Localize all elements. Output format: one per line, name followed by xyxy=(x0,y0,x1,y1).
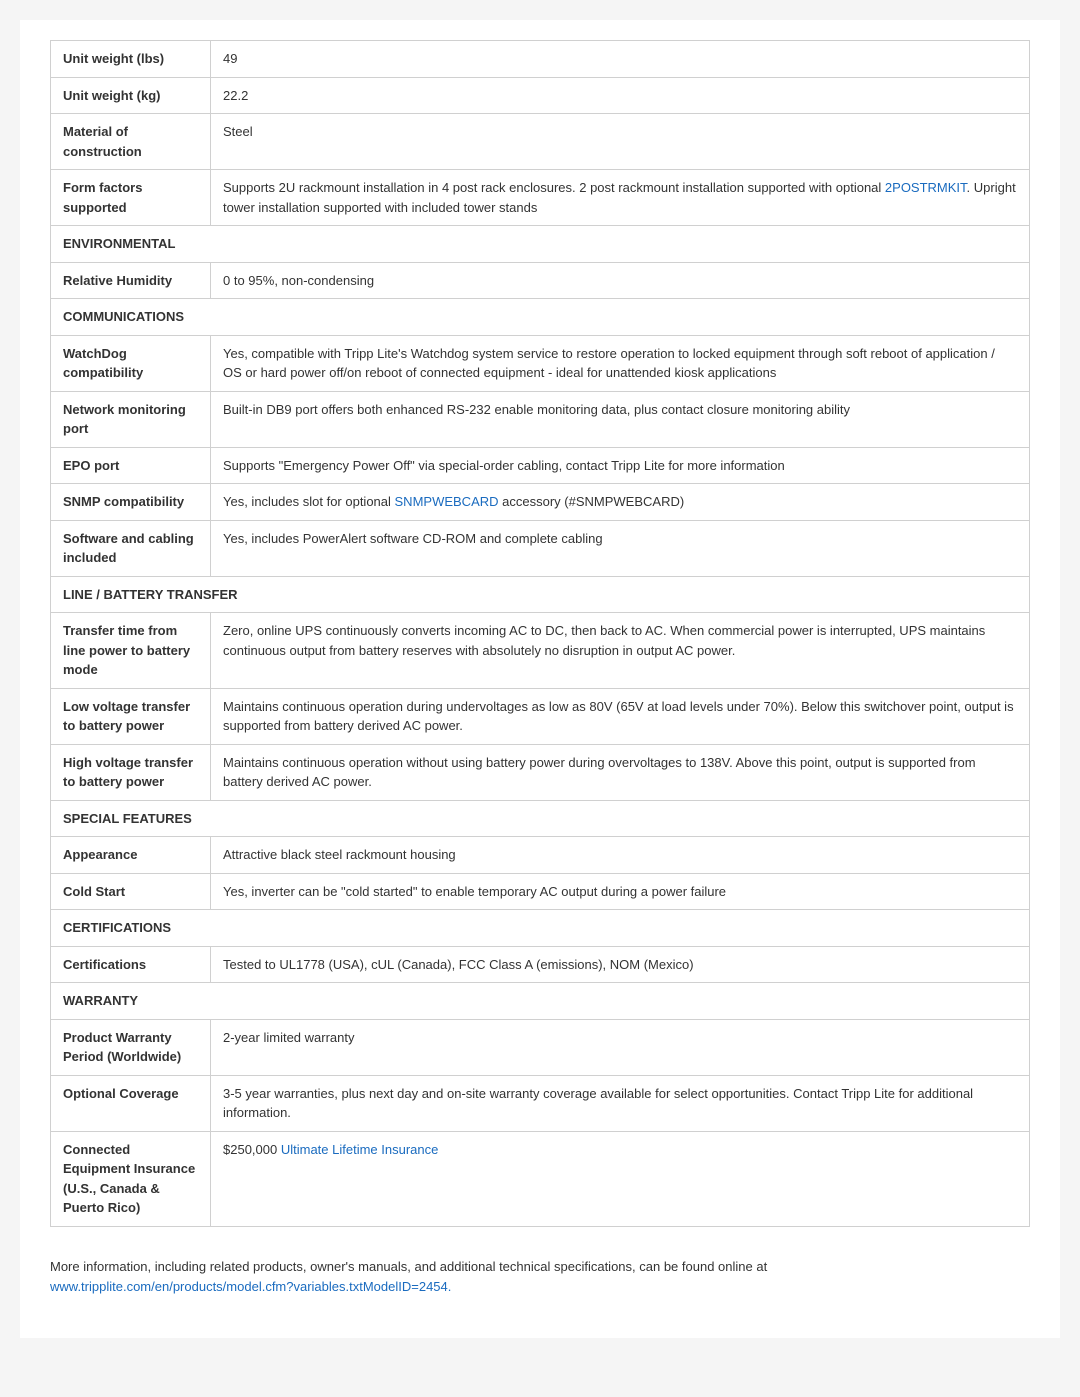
row-value: Attractive black steel rackmount housing xyxy=(211,837,1030,874)
inline-link[interactable]: SNMPWEBCARD xyxy=(395,494,499,509)
table-row: Network monitoring portBuilt-in DB9 port… xyxy=(51,391,1030,447)
table-row: ENVIRONMENTAL xyxy=(51,226,1030,263)
table-row: Software and cabling includedYes, includ… xyxy=(51,520,1030,576)
inline-link[interactable]: Ultimate Lifetime Insurance xyxy=(281,1142,439,1157)
table-row: CertificationsTested to UL1778 (USA), cU… xyxy=(51,946,1030,983)
footer-link[interactable]: www.tripplite.com/en/products/model.cfm?… xyxy=(50,1279,451,1294)
row-value: Supports "Emergency Power Off" via speci… xyxy=(211,447,1030,484)
row-value: Yes, includes slot for optional SNMPWEBC… xyxy=(211,484,1030,521)
row-label: Certifications xyxy=(51,946,211,983)
row-label: High voltage transfer to battery power xyxy=(51,744,211,800)
row-label: Low voltage transfer to battery power xyxy=(51,688,211,744)
row-label: Network monitoring port xyxy=(51,391,211,447)
section-header-label: LINE / BATTERY TRANSFER xyxy=(51,576,1030,613)
row-value: Steel xyxy=(211,114,1030,170)
row-label: Form factors supported xyxy=(51,170,211,226)
table-row: Cold StartYes, inverter can be "cold sta… xyxy=(51,873,1030,910)
row-value: Yes, compatible with Tripp Lite's Watchd… xyxy=(211,335,1030,391)
section-header-label: COMMUNICATIONS xyxy=(51,299,1030,336)
table-row: SNMP compatibilityYes, includes slot for… xyxy=(51,484,1030,521)
table-row: WatchDog compatibilityYes, compatible wi… xyxy=(51,335,1030,391)
row-label: Relative Humidity xyxy=(51,262,211,299)
table-row: High voltage transfer to battery powerMa… xyxy=(51,744,1030,800)
section-header-label: SPECIAL FEATURES xyxy=(51,800,1030,837)
row-value: 3-5 year warranties, plus next day and o… xyxy=(211,1075,1030,1131)
row-label: EPO port xyxy=(51,447,211,484)
row-value: 49 xyxy=(211,41,1030,78)
footer: More information, including related prod… xyxy=(50,1257,1030,1299)
row-value: Supports 2U rackmount installation in 4 … xyxy=(211,170,1030,226)
table-row: LINE / BATTERY TRANSFER xyxy=(51,576,1030,613)
row-label: Software and cabling included xyxy=(51,520,211,576)
table-row: Form factors supportedSupports 2U rackmo… xyxy=(51,170,1030,226)
row-value: Yes, includes PowerAlert software CD-ROM… xyxy=(211,520,1030,576)
row-label: Unit weight (kg) xyxy=(51,77,211,114)
section-header-label: WARRANTY xyxy=(51,983,1030,1020)
row-value: $250,000 Ultimate Lifetime Insurance xyxy=(211,1131,1030,1226)
table-row: Unit weight (kg)22.2 xyxy=(51,77,1030,114)
row-label: Transfer time from line power to battery… xyxy=(51,613,211,689)
row-label: Connected Equipment Insurance (U.S., Can… xyxy=(51,1131,211,1226)
row-label: SNMP compatibility xyxy=(51,484,211,521)
table-row: Connected Equipment Insurance (U.S., Can… xyxy=(51,1131,1030,1226)
row-label: Product Warranty Period (Worldwide) xyxy=(51,1019,211,1075)
table-row: Transfer time from line power to battery… xyxy=(51,613,1030,689)
footer-text: More information, including related prod… xyxy=(50,1259,767,1274)
row-value: Maintains continuous operation during un… xyxy=(211,688,1030,744)
page-container: Unit weight (lbs)49Unit weight (kg)22.2M… xyxy=(20,20,1060,1338)
table-row: Optional Coverage3-5 year warranties, pl… xyxy=(51,1075,1030,1131)
row-value: Maintains continuous operation without u… xyxy=(211,744,1030,800)
row-label: Unit weight (lbs) xyxy=(51,41,211,78)
row-label: Cold Start xyxy=(51,873,211,910)
row-label: WatchDog compatibility xyxy=(51,335,211,391)
section-header-label: CERTIFICATIONS xyxy=(51,910,1030,947)
row-label: Optional Coverage xyxy=(51,1075,211,1131)
table-row: Relative Humidity0 to 95%, non-condensin… xyxy=(51,262,1030,299)
row-value: Tested to UL1778 (USA), cUL (Canada), FC… xyxy=(211,946,1030,983)
row-value: Built-in DB9 port offers both enhanced R… xyxy=(211,391,1030,447)
inline-link[interactable]: 2POSTRMKIT xyxy=(885,180,967,195)
row-label: Material of construction xyxy=(51,114,211,170)
row-value: Zero, online UPS continuously converts i… xyxy=(211,613,1030,689)
table-row: Low voltage transfer to battery powerMai… xyxy=(51,688,1030,744)
table-row: Material of constructionSteel xyxy=(51,114,1030,170)
row-value: 0 to 95%, non-condensing xyxy=(211,262,1030,299)
table-row: AppearanceAttractive black steel rackmou… xyxy=(51,837,1030,874)
table-row: Unit weight (lbs)49 xyxy=(51,41,1030,78)
table-row: SPECIAL FEATURES xyxy=(51,800,1030,837)
row-value: Yes, inverter can be "cold started" to e… xyxy=(211,873,1030,910)
specs-table: Unit weight (lbs)49Unit weight (kg)22.2M… xyxy=(50,40,1030,1227)
table-row: COMMUNICATIONS xyxy=(51,299,1030,336)
row-label: Appearance xyxy=(51,837,211,874)
section-header-label: ENVIRONMENTAL xyxy=(51,226,1030,263)
table-row: WARRANTY xyxy=(51,983,1030,1020)
table-row: Product Warranty Period (Worldwide)2-yea… xyxy=(51,1019,1030,1075)
row-value: 2-year limited warranty xyxy=(211,1019,1030,1075)
table-row: CERTIFICATIONS xyxy=(51,910,1030,947)
row-value: 22.2 xyxy=(211,77,1030,114)
table-row: EPO portSupports "Emergency Power Off" v… xyxy=(51,447,1030,484)
